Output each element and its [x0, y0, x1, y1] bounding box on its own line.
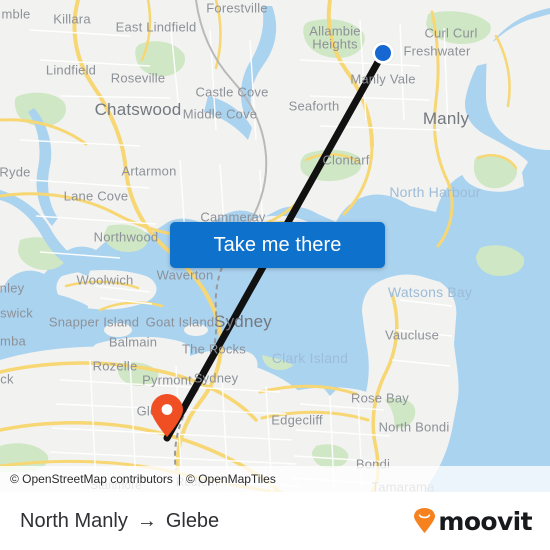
moovit-wordmark: moovit [438, 506, 532, 536]
route-destination-label: Glebe [165, 509, 220, 532]
map-pin-icon [151, 394, 183, 437]
origin-marker-dot[interactable] [372, 42, 394, 64]
map-canvas[interactable]: mble Killara East Lindfield Forestville Alla… [0, 0, 550, 492]
map-attribution: © OpenStreetMap contributors | © OpenMap… [0, 466, 550, 492]
attribution-separator: | [177, 472, 182, 486]
take-me-there-button[interactable]: Take me there [170, 222, 385, 268]
attribution-tiles[interactable]: © OpenMapTiles [186, 472, 276, 486]
footer-bar: North Manly → Glebe moovit [0, 492, 550, 550]
route-arrow-icon: → [136, 510, 157, 532]
moovit-pin-icon [414, 508, 436, 533]
map-screenshot: mble Killara East Lindfield Forestville Alla… [0, 0, 550, 550]
attribution-osm[interactable]: © OpenStreetMap contributors [10, 472, 173, 486]
moovit-logo[interactable]: moovit [413, 506, 533, 536]
route-origin-label: North Manly [20, 509, 128, 532]
destination-marker-pin[interactable] [150, 394, 184, 438]
route-summary: North Manly → Glebe [20, 510, 219, 533]
